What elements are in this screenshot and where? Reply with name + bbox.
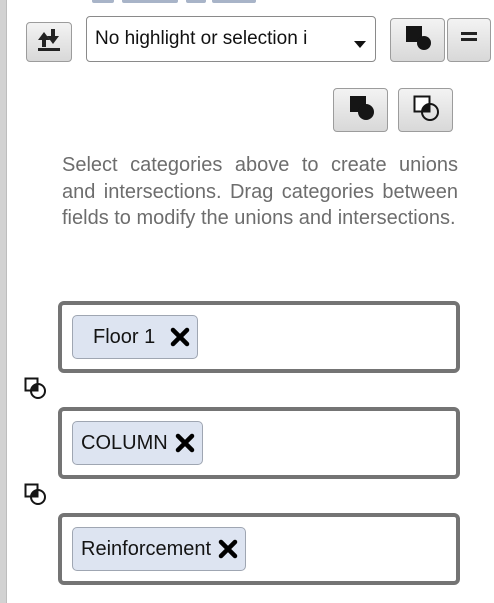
highlight-mode-select[interactable]: No highlight or selection i — [86, 16, 376, 62]
close-icon[interactable] — [169, 326, 191, 348]
chip-label: Floor 1 — [93, 325, 156, 348]
category-chip[interactable]: Reinforcement — [72, 527, 247, 571]
download-button[interactable] — [26, 22, 72, 62]
intersection-icon — [410, 93, 442, 127]
instructions-text: Select categories above to create unions… — [62, 154, 458, 229]
close-icon[interactable] — [217, 538, 239, 560]
category-chip[interactable]: COLUMN — [72, 421, 203, 465]
union-button[interactable] — [333, 88, 388, 132]
intersection-icon — [23, 376, 51, 404]
download-arrows-icon — [35, 27, 63, 57]
menu-lines-icon — [459, 30, 479, 50]
category-chip[interactable]: Floor 1 — [72, 315, 199, 359]
close-icon[interactable] — [174, 432, 196, 454]
intersection-button[interactable] — [398, 88, 453, 132]
chip-label: Reinforcement — [81, 537, 212, 560]
clipped-content-above — [82, 0, 282, 6]
category-field[interactable]: Floor 1 — [58, 301, 460, 373]
highlight-mode-value: No highlight or selection i — [95, 28, 308, 49]
square-circle-icon — [402, 23, 434, 57]
chip-label: COLUMN — [81, 431, 168, 454]
chevron-down-icon[interactable] — [353, 34, 367, 53]
highlight-mode-button[interactable] — [390, 18, 445, 62]
category-field[interactable]: Reinforcement — [58, 513, 460, 585]
union-icon — [345, 93, 377, 127]
menu-button[interactable] — [447, 18, 491, 62]
intersection-icon — [23, 482, 51, 510]
category-field[interactable]: COLUMN — [58, 407, 460, 479]
panel-left-edge — [0, 0, 7, 603]
